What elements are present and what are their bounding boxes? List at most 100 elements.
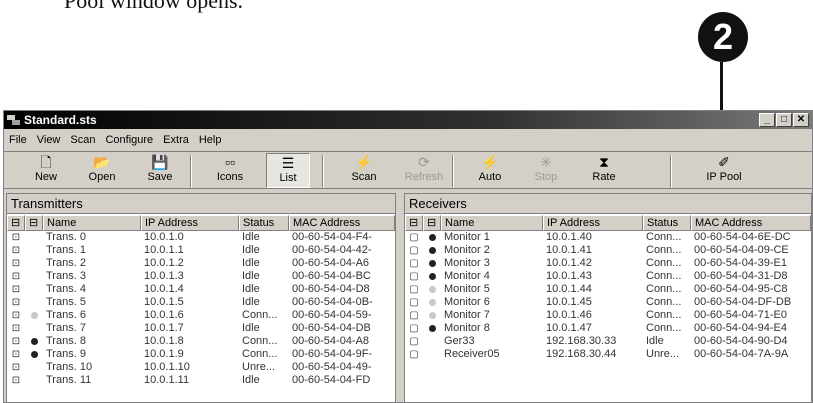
list-view-button[interactable]: ☰ List xyxy=(266,153,310,188)
mac-address-cell: 00-60-54-04-9F- xyxy=(292,348,373,360)
toolbar-separator xyxy=(670,155,672,187)
ip-address-cell: 10.0.1.42 xyxy=(546,257,592,269)
status-cell: Idle xyxy=(242,244,260,256)
connection-status-dot xyxy=(423,335,441,348)
list-item[interactable]: ⊡ Trans. 10 10.0.1.10 Unre... 00-60-54-04-49… xyxy=(7,361,395,374)
status-dot-icon xyxy=(30,351,38,358)
column-ip-address[interactable]: IP Address xyxy=(543,215,643,231)
status-dot-icon xyxy=(429,338,436,345)
list-item[interactable]: ⊡ Trans. 2 10.0.1.2 Idle 00-60-54-04-A6 xyxy=(7,257,395,270)
ip-address-cell: 10.0.1.6 xyxy=(144,309,184,321)
list-item[interactable]: ▢ Monitor 1 10.0.1.40 Conn... 00-60-54-04-6E… xyxy=(405,231,811,244)
ip-address-cell: 10.0.1.4 xyxy=(144,283,184,295)
list-item[interactable]: ⊡ Trans. 7 10.0.1.7 Idle 00-60-54-04-DB xyxy=(7,322,395,335)
auto-button[interactable]: ⚡ Auto xyxy=(468,153,512,188)
list-item[interactable]: ⊡ Trans. 9 10.0.1.9 Conn... 00-60-54-04-9F- xyxy=(7,348,395,361)
menu-file[interactable]: File xyxy=(4,131,32,149)
stop-button[interactable]: ✳ Stop xyxy=(524,153,568,188)
toolbar-separator xyxy=(452,155,454,187)
menu-extra[interactable]: Extra xyxy=(158,131,194,149)
name-cell: Trans. 11 xyxy=(46,374,92,386)
new-button[interactable]: 🗋 New xyxy=(24,153,68,188)
receiver-monitor-icon: ▢ xyxy=(409,297,419,308)
ip-address-cell: 10.0.1.5 xyxy=(144,296,184,308)
connection-status-dot xyxy=(423,257,441,270)
mac-address-cell: 00-60-54-04-F4- xyxy=(292,231,373,243)
minimize-button[interactable]: _ xyxy=(759,113,775,127)
column-name[interactable]: Name xyxy=(43,215,141,231)
transmitter-device-icon: ⊡ xyxy=(11,284,21,295)
column-status-icon[interactable]: ⊟ xyxy=(25,215,43,231)
menu-scan[interactable]: Scan xyxy=(65,131,100,149)
column-status-icon[interactable]: ⊟ xyxy=(423,215,441,231)
list-item[interactable]: ▢ Monitor 6 10.0.1.45 Conn... 00-60-54-04-DF… xyxy=(405,296,811,309)
receiver-monitor-icon: ▢ xyxy=(409,336,419,347)
ip-address-cell: 10.0.1.0 xyxy=(144,231,184,243)
name-cell: Monitor 3 xyxy=(444,257,490,269)
list-item[interactable]: ▢ Monitor 7 10.0.1.46 Conn... 00-60-54-04-71… xyxy=(405,309,811,322)
ip-address-cell: 10.0.1.47 xyxy=(546,322,592,334)
list-item[interactable]: ⊡ Trans. 3 10.0.1.3 Idle 00-60-54-04-BC xyxy=(7,270,395,283)
list-item[interactable]: ⊡ Trans. 5 10.0.1.5 Idle 00-60-54-04-0B- xyxy=(7,296,395,309)
column-name[interactable]: Name xyxy=(441,215,543,231)
ip-address-cell: 10.0.1.9 xyxy=(144,348,184,360)
column-status[interactable]: Status xyxy=(643,215,691,231)
transmitter-device-icon: ⊡ xyxy=(11,336,21,347)
name-cell: Trans. 6 xyxy=(46,309,86,321)
open-button[interactable]: 📂 Open xyxy=(80,153,124,188)
window-controls: _ □ ✕ xyxy=(759,113,809,127)
list-item[interactable]: ▢ Monitor 4 10.0.1.43 Conn... 00-60-54-04-31… xyxy=(405,270,811,283)
ip-pool-button[interactable]: ✐ IP Pool xyxy=(696,153,752,188)
list-item[interactable]: ▢ Monitor 3 10.0.1.42 Conn... 00-60-54-04-39… xyxy=(405,257,811,270)
list-item[interactable]: ▢ Monitor 8 10.0.1.47 Conn... 00-60-54-04-94… xyxy=(405,322,811,335)
status-cell: Idle xyxy=(646,335,664,347)
status-cell: Conn... xyxy=(242,309,278,321)
column-mac-address[interactable]: MAC Address xyxy=(691,215,811,231)
mac-address-cell: 00-60-54-04-39-E1 xyxy=(694,257,787,269)
list-item[interactable]: ▢ Monitor 2 10.0.1.41 Conn... 00-60-54-04-09… xyxy=(405,244,811,257)
rate-button[interactable]: ⧗ Rate xyxy=(582,153,626,188)
mac-address-cell: 00-60-54-04-7A-9A xyxy=(694,348,789,360)
mac-address-cell: 00-60-54-04-59- xyxy=(292,309,372,321)
list-item[interactable]: ⊡ Trans. 8 10.0.1.8 Conn... 00-60-54-04-A8 xyxy=(7,335,395,348)
maximize-button[interactable]: □ xyxy=(776,113,792,127)
list-item[interactable]: ▢ Ger33 192.168.30.33 Idle 00-60-54-04-90-D4 xyxy=(405,335,811,348)
column-mac-address[interactable]: MAC Address xyxy=(289,215,395,231)
list-item[interactable]: ⊡ Trans. 1 10.0.1.1 Idle 00-60-54-04-42- xyxy=(7,244,395,257)
column-type-icon[interactable]: ⊟ xyxy=(405,215,423,231)
ip-address-cell: 10.0.1.7 xyxy=(144,322,184,334)
connection-status-dot xyxy=(25,309,43,322)
refresh-button[interactable]: ⟳ Refresh xyxy=(402,153,446,188)
status-cell: Idle xyxy=(242,322,260,334)
status-dot-icon xyxy=(31,286,38,293)
menu-configure[interactable]: Configure xyxy=(100,131,158,149)
scan-button[interactable]: ⚡ Scan xyxy=(342,153,386,188)
list-item[interactable]: ⊡ Trans. 0 10.0.1.0 Idle 00-60-54-04-F4- xyxy=(7,231,395,244)
column-ip-address[interactable]: IP Address xyxy=(141,215,239,231)
column-status[interactable]: Status xyxy=(239,215,289,231)
transmitter-device-icon: ⊡ xyxy=(11,271,21,282)
list-item[interactable]: ⊡ Trans. 4 10.0.1.4 Idle 00-60-54-04-D8 xyxy=(7,283,395,296)
transmitters-header: Transmitters xyxy=(7,194,395,214)
window-title: Standard.sts xyxy=(24,113,97,127)
status-dot-icon xyxy=(31,260,38,267)
list-item[interactable]: ⊡ Trans. 11 10.0.1.11 Idle 00-60-54-04-FD xyxy=(7,374,395,387)
name-cell: Trans. 8 xyxy=(46,335,86,347)
connection-status-dot xyxy=(423,231,441,244)
receiver-monitor-icon: ▢ xyxy=(409,323,419,334)
close-button[interactable]: ✕ xyxy=(793,113,809,127)
icons-view-button[interactable]: ▫▫ Icons xyxy=(208,153,252,188)
list-item[interactable]: ▢ Receiver05 192.168.30.44 Unre... 00-60-54-… xyxy=(405,348,811,361)
menu-help[interactable]: Help xyxy=(194,131,227,149)
list-item[interactable]: ▢ Monitor 5 10.0.1.44 Conn... 00-60-54-04-95… xyxy=(405,283,811,296)
status-cell: Conn... xyxy=(646,309,682,321)
save-button[interactable]: 💾 Save xyxy=(138,153,182,188)
status-cell: Idle xyxy=(242,296,260,308)
column-type-icon[interactable]: ⊟ xyxy=(7,215,25,231)
rate-hourglass-icon: ⧗ xyxy=(599,154,609,170)
menu-view[interactable]: View xyxy=(32,131,66,149)
name-cell: Trans. 2 xyxy=(46,257,86,269)
list-item[interactable]: ⊡ Trans. 6 10.0.1.6 Conn... 00-60-54-04-59- xyxy=(7,309,395,322)
ip-address-cell: 10.0.1.1 xyxy=(144,244,184,256)
name-cell: Monitor 4 xyxy=(444,270,490,282)
